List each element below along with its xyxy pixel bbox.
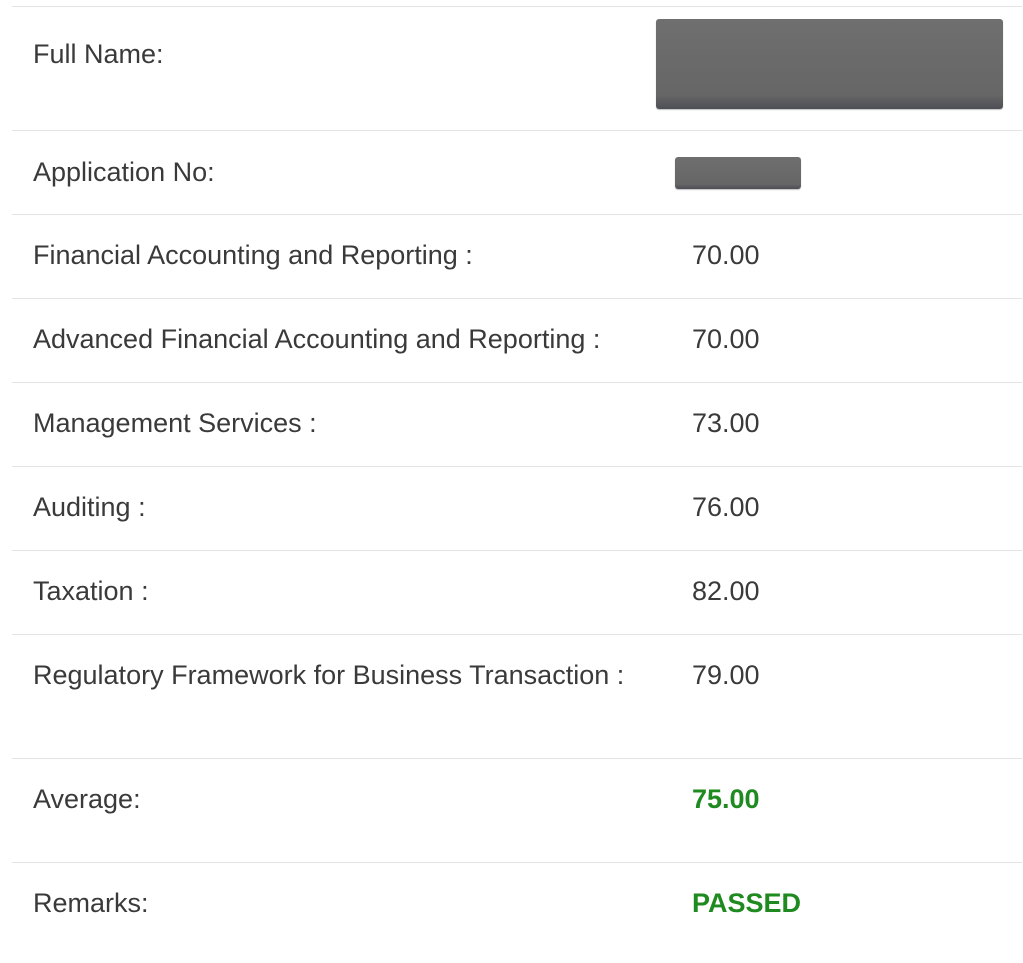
subject-row-rfbt: Regulatory Framework for Business Transa… [12, 635, 1022, 759]
subject-label: Advanced Financial Accounting and Report… [33, 324, 601, 354]
subject-row-taxation: Taxation : 82.00 [12, 551, 1022, 635]
application-no-redaction [675, 157, 801, 189]
subject-row-ms: Management Services : 73.00 [12, 383, 1022, 467]
subject-score: 73.00 [692, 408, 760, 438]
subject-score: 79.00 [692, 660, 760, 690]
average-row: Average: 75.00 [12, 759, 1022, 863]
remarks-status-badge: PASSED [692, 888, 802, 918]
remarks-label: Remarks: [33, 888, 149, 918]
application-no-label: Application No: [33, 157, 215, 187]
average-label: Average: [33, 784, 141, 814]
remarks-row: Remarks: PASSED [12, 863, 1022, 963]
subject-row-afar: Advanced Financial Accounting and Report… [12, 299, 1022, 383]
full-name-redaction [656, 19, 1003, 109]
subject-score: 76.00 [692, 492, 760, 522]
full-name-row: Full Name: [12, 7, 1022, 131]
subject-score: 82.00 [692, 576, 760, 606]
subject-score: 70.00 [692, 240, 760, 270]
full-name-label: Full Name: [33, 39, 164, 69]
subject-label: Financial Accounting and Reporting : [33, 240, 473, 270]
subject-label: Regulatory Framework for Business Transa… [33, 660, 625, 690]
average-value: 75.00 [692, 784, 760, 814]
application-no-row: Application No: [12, 131, 1022, 215]
subject-label: Management Services : [33, 408, 317, 438]
subject-label: Auditing : [33, 492, 146, 522]
subject-label: Taxation : [33, 576, 149, 606]
exam-results-table: Full Name: Application No: Financial Acc… [12, 0, 1022, 963]
subject-score: 70.00 [692, 324, 760, 354]
subject-row-auditing: Auditing : 76.00 [12, 467, 1022, 551]
subject-row-far: Financial Accounting and Reporting : 70.… [12, 215, 1022, 299]
